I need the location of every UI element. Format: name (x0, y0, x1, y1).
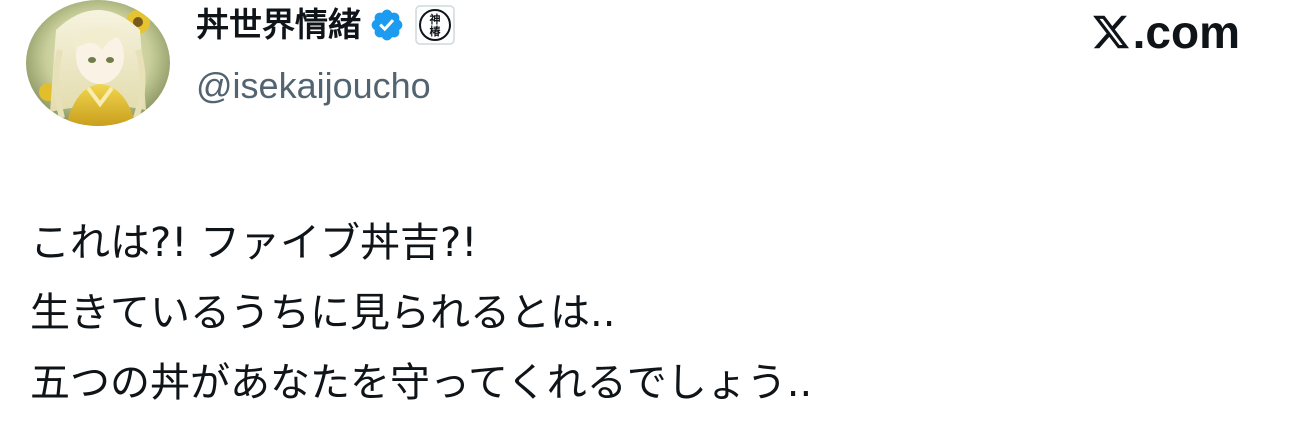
tweet-line: 生きているうちに見られるとは.. (30, 290, 616, 336)
display-name[interactable]: 丼世界情緒 (196, 5, 361, 45)
tweet-text: これは?! ファイブ丼吉?! 生きているうちに見られるとは.. 五つの丼があなた… (30, 208, 1250, 418)
logo-text: .com (1132, 6, 1240, 58)
tweet-line: 五つの丼があなたを守ってくれるでしょう.. (30, 360, 813, 406)
user-handle[interactable]: @isekaijoucho (196, 64, 431, 108)
x-com-logo[interactable]: .com (1091, 6, 1240, 58)
display-name-row: 丼世界情緒 神 椿 (196, 0, 455, 50)
avatar-image (26, 0, 170, 126)
affiliate-badge-icon[interactable]: 神 椿 (415, 5, 455, 45)
avatar[interactable] (26, 0, 170, 126)
verified-badge-icon[interactable] (369, 7, 405, 43)
svg-text:椿: 椿 (430, 24, 442, 38)
tweet-line: これは?! ファイブ丼吉?! (30, 220, 478, 266)
svg-text:神: 神 (430, 12, 441, 26)
x-logo-icon (1092, 15, 1129, 49)
